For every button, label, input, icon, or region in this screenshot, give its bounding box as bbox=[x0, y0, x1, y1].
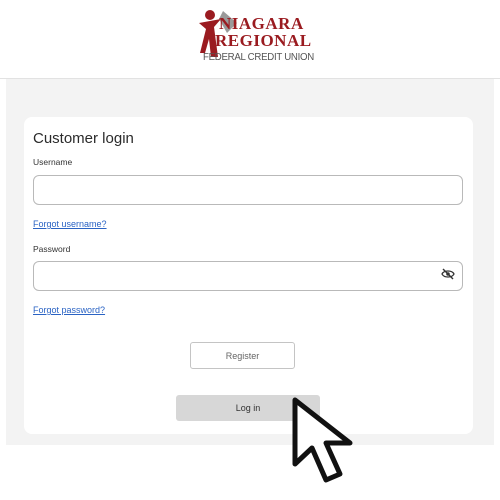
username-input[interactable] bbox=[33, 175, 463, 205]
logo-line-2: REGIONAL bbox=[215, 31, 312, 50]
password-label: Password bbox=[33, 244, 71, 254]
site-header: NIAGARA REGIONAL FEDERAL CREDIT UNION bbox=[0, 0, 500, 79]
eye-slash-icon[interactable] bbox=[441, 268, 455, 280]
forgot-username-link[interactable]: Forgot username? bbox=[33, 219, 107, 229]
forgot-password-link[interactable]: Forgot password? bbox=[33, 305, 105, 315]
credit-union-logo[interactable]: NIAGARA REGIONAL FEDERAL CREDIT UNION bbox=[197, 7, 314, 67]
register-button[interactable]: Register bbox=[190, 342, 295, 369]
arrow-cursor-icon bbox=[292, 397, 353, 483]
logo-line-3: FEDERAL CREDIT UNION bbox=[203, 51, 314, 63]
password-input[interactable] bbox=[33, 261, 463, 291]
logo-line-1: NIAGARA bbox=[219, 14, 304, 33]
login-title: Customer login bbox=[33, 130, 134, 147]
username-label: Username bbox=[33, 157, 73, 167]
